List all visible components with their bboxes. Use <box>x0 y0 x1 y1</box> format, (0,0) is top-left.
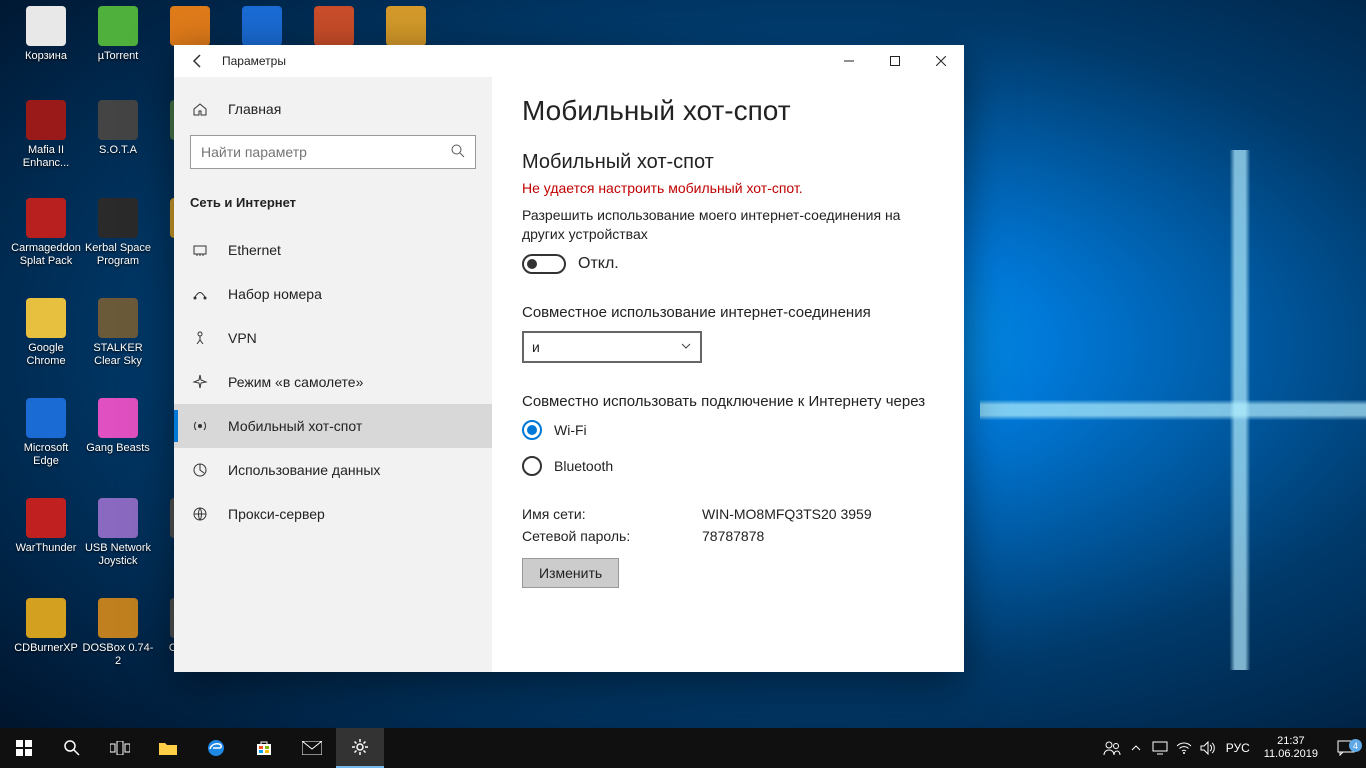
desktop-icon[interactable]: DOSBox 0.74-2 <box>82 598 154 668</box>
minimize-button[interactable] <box>826 45 872 77</box>
clock[interactable]: 21:37 11.06.2019 <box>1256 735 1326 761</box>
desktop-icon[interactable]: µTorrent <box>82 6 154 63</box>
people-icon[interactable] <box>1100 728 1124 768</box>
network-password-label: Сетевой пароль: <box>522 528 702 544</box>
language-indicator[interactable]: РУС <box>1220 741 1256 755</box>
toggle-state-label: Откл. <box>578 255 619 273</box>
close-button[interactable] <box>918 45 964 77</box>
edge-button[interactable] <box>192 728 240 768</box>
network-name-label: Имя сети: <box>522 506 702 522</box>
sidebar-item-label: Использование данных <box>228 462 380 478</box>
sidebar-home[interactable]: Главная <box>174 87 492 131</box>
desktop-icon[interactable] <box>226 6 298 50</box>
back-button[interactable] <box>174 45 222 77</box>
data-icon <box>190 462 210 478</box>
vpn-icon <box>190 330 210 346</box>
sidebar: Главная Сеть и Интернет Ethernet Набор но… <box>174 77 492 672</box>
search-button[interactable] <box>48 728 96 768</box>
start-button[interactable] <box>0 728 48 768</box>
tray-chevron-icon[interactable] <box>1124 728 1148 768</box>
radio-bluetooth-label: Bluetooth <box>554 458 613 474</box>
proxy-icon <box>190 506 210 522</box>
action-center-button[interactable]: 4 <box>1326 740 1366 756</box>
share-from-value: и <box>532 339 540 355</box>
desktop-icon[interactable]: Google Chrome <box>10 298 82 368</box>
desktop-icon[interactable] <box>370 6 442 50</box>
sidebar-item-vpn[interactable]: VPN <box>174 316 492 360</box>
mail-button[interactable] <box>288 728 336 768</box>
sidebar-category: Сеть и Интернет <box>174 183 492 228</box>
maximize-button[interactable] <box>872 45 918 77</box>
store-button[interactable] <box>240 728 288 768</box>
sidebar-item-label: Мобильный хот-спот <box>228 418 362 434</box>
desktop-icon[interactable]: S.O.T.A <box>82 100 154 157</box>
edit-button[interactable]: Изменить <box>522 558 619 588</box>
desktop-icon[interactable]: CDBurnerXP <box>10 598 82 655</box>
taskbar: РУС 21:37 11.06.2019 4 <box>0 728 1366 768</box>
hotspot-icon <box>190 418 210 434</box>
airplane-icon <box>190 374 210 390</box>
ethernet-icon <box>190 242 210 258</box>
share-description: Разрешить использование моего интернет-с… <box>522 206 934 244</box>
desktop-icon[interactable]: Корзина <box>10 6 82 63</box>
hotspot-toggle[interactable] <box>522 254 566 274</box>
share-over-label: Совместно использовать подключение к Инт… <box>522 393 934 410</box>
network-password-value: 78787878 <box>702 528 764 544</box>
sidebar-item-label: Режим «в самолете» <box>228 374 363 390</box>
desktop-icon[interactable]: Carmageddon Splat Pack <box>10 198 82 268</box>
section-heading: Мобильный хот-спот <box>522 151 934 174</box>
sidebar-item-label: VPN <box>228 330 257 346</box>
clock-time: 21:37 <box>1264 735 1318 748</box>
desktop-icon[interactable]: Kerbal Space Program <box>82 198 154 268</box>
chevron-down-icon <box>680 339 692 355</box>
home-icon <box>190 101 210 117</box>
titlebar: Параметры <box>174 45 964 77</box>
search-icon <box>450 143 466 164</box>
sidebar-item-label: Набор номера <box>228 286 322 302</box>
error-text: Не удается настроить мобильный хот-спот. <box>522 180 934 196</box>
settings-window: Параметры Главная Сеть и Инте <box>174 45 964 672</box>
sidebar-item-dialup[interactable]: Набор номера <box>174 272 492 316</box>
sidebar-home-label: Главная <box>228 101 281 117</box>
desktop-icon[interactable]: USB Network Joystick <box>82 498 154 568</box>
clock-date: 11.06.2019 <box>1264 748 1318 761</box>
desktop-icon[interactable]: STALKER Clear Sky <box>82 298 154 368</box>
share-from-label: Совместное использование интернет-соедин… <box>522 304 934 321</box>
volume-icon[interactable] <box>1196 728 1220 768</box>
sidebar-item-label: Прокси-сервер <box>228 506 325 522</box>
page-heading: Мобильный хот-спот <box>522 95 934 127</box>
desktop-icon[interactable] <box>298 6 370 50</box>
radio-wifi[interactable]: Wi-Fi <box>522 420 934 440</box>
sidebar-item-data[interactable]: Использование данных <box>174 448 492 492</box>
desktop-icon[interactable]: Gang Beasts <box>82 398 154 455</box>
wifi-icon[interactable] <box>1172 728 1196 768</box>
content-pane: Мобильный хот-спот Мобильный хот-спот Не… <box>492 77 964 672</box>
network-name-value: WIN-MO8MFQ3TS20 3959 <box>702 506 872 522</box>
dialup-icon <box>190 286 210 302</box>
task-view-button[interactable] <box>96 728 144 768</box>
desktop-icon[interactable]: Mafia II Enhanc... <box>10 100 82 170</box>
sidebar-item-airplane[interactable]: Режим «в самолете» <box>174 360 492 404</box>
sidebar-item-ethernet[interactable]: Ethernet <box>174 228 492 272</box>
radio-wifi-label: Wi-Fi <box>554 422 587 438</box>
sidebar-item-proxy[interactable]: Прокси-сервер <box>174 492 492 536</box>
network-icon[interactable] <box>1148 728 1172 768</box>
share-from-dropdown[interactable]: и <box>522 331 702 363</box>
window-title: Параметры <box>222 54 286 68</box>
desktop-icon[interactable]: WarThunder <box>10 498 82 555</box>
file-explorer-button[interactable] <box>144 728 192 768</box>
settings-taskbar-button[interactable] <box>336 728 384 768</box>
desktop-icon[interactable]: Microsoft Edge <box>10 398 82 468</box>
radio-bluetooth[interactable]: Bluetooth <box>522 456 934 476</box>
sidebar-item-label: Ethernet <box>228 242 281 258</box>
notification-badge: 4 <box>1349 739 1362 752</box>
sidebar-item-hotspot[interactable]: Мобильный хот-спот <box>174 404 492 448</box>
search-input[interactable] <box>190 135 476 169</box>
